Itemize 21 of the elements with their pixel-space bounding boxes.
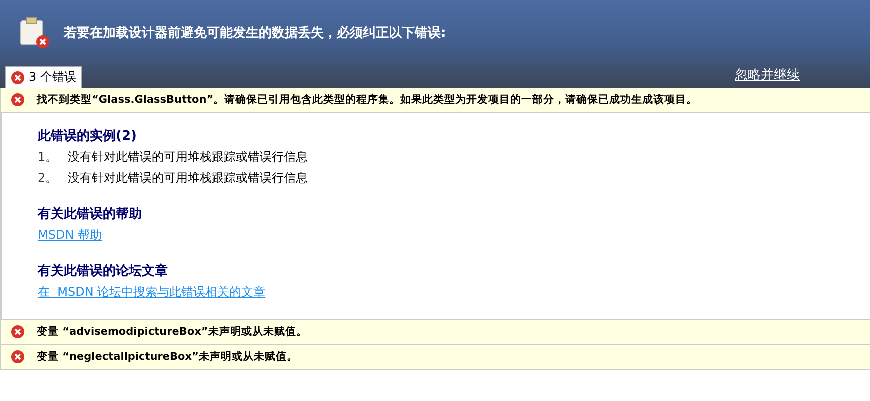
error-message: 变量 “neglectallpictureBox”未声明或从未赋值。 [37,350,298,364]
error-row[interactable]: 变量 “neglectallpictureBox”未声明或从未赋值。 [0,345,870,370]
error-message: 变量 “advisemodipictureBox”未声明或从未赋值。 [37,325,308,339]
section-heading: 此错误的实例(2) [38,128,138,145]
errors-tab[interactable]: 3 个错误 [5,66,82,88]
clipboard-error-icon [20,17,50,49]
ignore-and-continue-link[interactable]: 忽略并继续 [735,66,800,84]
instance-text: 没有针对此错误的可用堆栈跟踪或错误行信息 [68,170,308,187]
section-heading: 有关此错误的帮助 [38,206,143,223]
error-row[interactable]: 找不到类型“Glass.GlassButton”。请确保已引用包含此类型的程序集。如果此类型为开发项目的一部分，请确保已成功生成该项目。 [0,88,870,113]
error-row[interactable]: 变量 “advisemodipictureBox”未声明或从未赋值。 [0,320,870,345]
error-icon [11,350,25,364]
error-icon [11,93,25,107]
instance-text: 没有针对此错误的可用堆栈跟踪或错误行信息 [68,149,308,166]
error-icon [11,325,25,339]
error-icon [11,70,25,84]
section-heading: 有关此错误的论坛文章 [38,262,169,280]
header-title: 若要在加载设计器前避免可能发生的数据丢失，必须纠正以下错误: [64,24,446,42]
instance-number: 2。 [38,170,59,187]
instance-number: 1。 [38,149,59,166]
error-message: 找不到类型“Glass.GlassButton”。请确保已引用包含此类型的程序集。如果此类型为开发项目的一部分，请确保已成功生成该项目。 [37,93,698,107]
